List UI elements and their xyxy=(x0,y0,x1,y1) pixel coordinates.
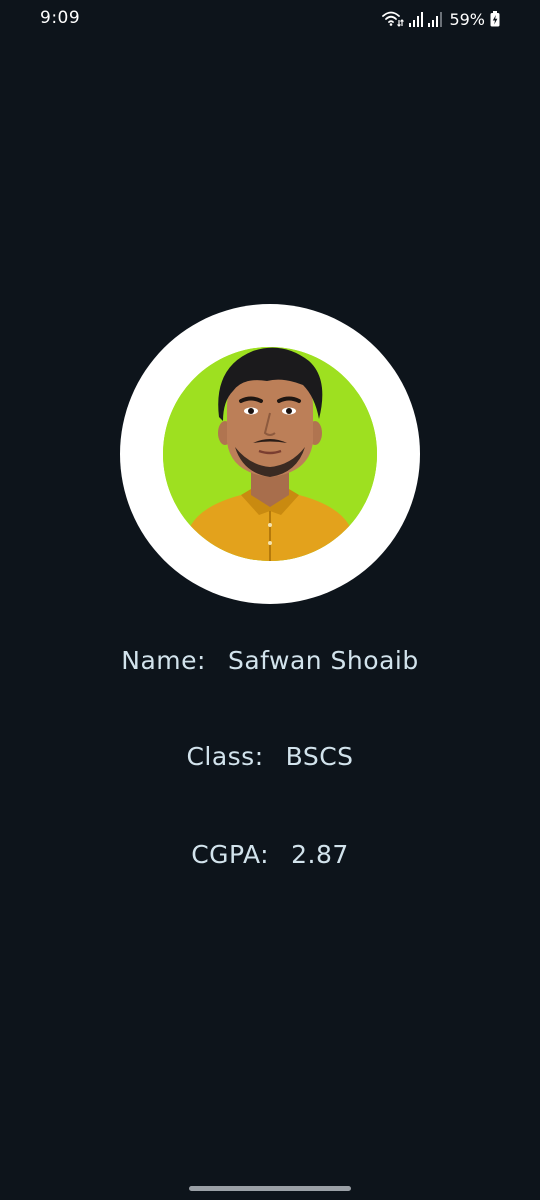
status-time: 9:09 xyxy=(40,8,81,28)
cgpa-row: CGPA: 2.87 xyxy=(0,840,540,869)
status-bar: 9:09 59% xyxy=(0,0,540,40)
wifi-icon xyxy=(382,10,405,28)
name-row: Name: Safwan Shoaib xyxy=(0,646,540,675)
status-icons: 59% xyxy=(382,9,500,29)
name-value: Safwan Shoaib xyxy=(227,646,419,675)
cgpa-value: 2.87 xyxy=(291,840,349,869)
avatar xyxy=(163,347,377,561)
battery-charging-icon xyxy=(490,11,500,27)
battery-percent: 59% xyxy=(449,9,485,29)
class-row: Class: BSCS xyxy=(0,742,540,771)
home-indicator[interactable] xyxy=(189,1186,351,1191)
class-label: Class: xyxy=(186,742,264,771)
signal-icon xyxy=(409,11,424,27)
class-value: BSCS xyxy=(285,742,354,771)
signal-icon xyxy=(428,11,443,27)
cgpa-label: CGPA: xyxy=(191,840,270,869)
name-label: Name: xyxy=(121,646,206,675)
profile-photo xyxy=(163,347,377,561)
